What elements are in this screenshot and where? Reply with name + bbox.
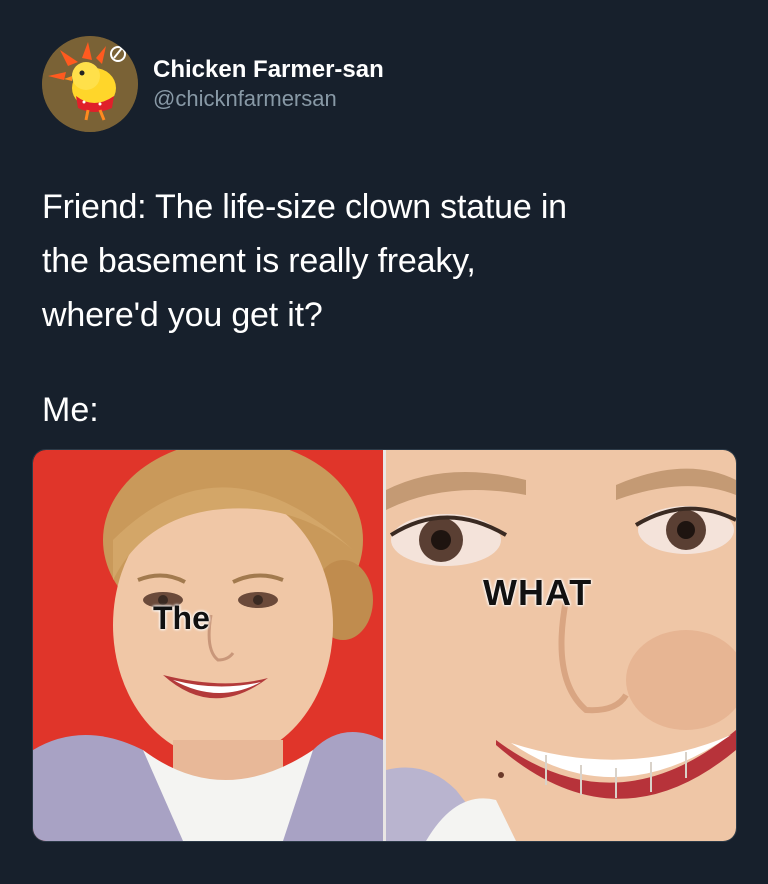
meme-caption-right: WHAT [483,572,593,613]
meme-image[interactable]: The WHAT [32,449,737,842]
author-display-name[interactable]: Chicken Farmer-san [153,56,384,84]
meme-caption-left: The [153,600,210,636]
chicken-avatar-icon[interactable] [42,36,138,132]
tweet-body: Friend: The life-size clown statue in th… [42,180,722,342]
meme-right-panel: WHAT [386,450,736,841]
tweet-text-line: where'd you get it? [42,296,323,334]
meme-left-panel: The [33,450,383,841]
tweet-header: Chicken Farmer-san @chicknfarmersan [42,36,722,136]
author-handle[interactable]: @chicknfarmersan [153,84,384,114]
tweet-reply-line: Me: [42,391,99,429]
author-names: Chicken Farmer-san @chicknfarmersan [153,56,384,114]
tweet-text-line: the basement is really freaky, [42,242,476,280]
tweet-card: Chicken Farmer-san @chicknfarmersan Frie… [0,0,768,884]
tweet-text-line: Friend: The life-size clown statue in [42,188,567,226]
